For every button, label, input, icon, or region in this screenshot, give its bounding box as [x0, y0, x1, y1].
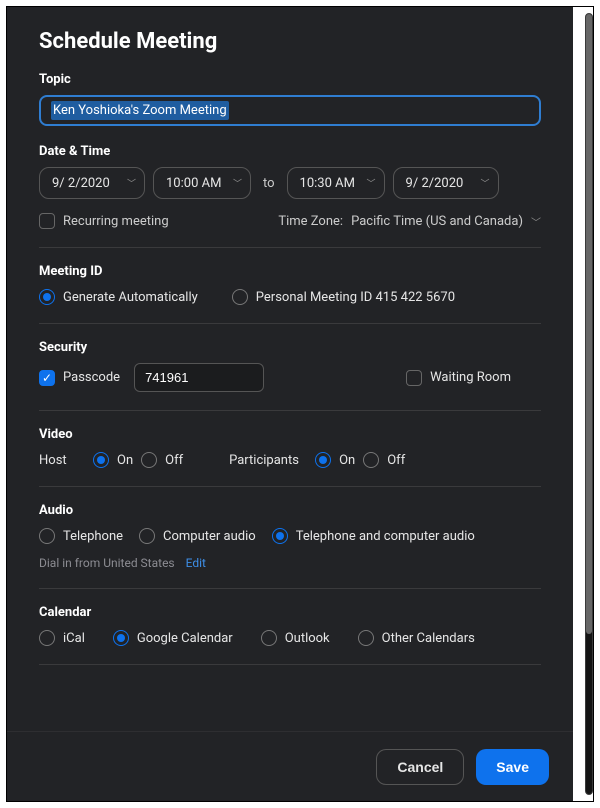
security-label: Security	[39, 340, 541, 355]
passcode-checkbox[interactable]: ✓ Passcode	[39, 370, 120, 386]
scrollbar-thumb[interactable]	[586, 14, 592, 634]
meeting-id-auto-radio[interactable]: Generate Automatically	[39, 289, 198, 305]
timezone-label: Time Zone:	[278, 214, 343, 229]
start-time-value: 10:00 AM	[166, 176, 221, 191]
waiting-room-checkbox[interactable]: Waiting Room	[406, 370, 511, 386]
cal-ical-label: iCal	[63, 631, 85, 646]
passcode-input[interactable]	[134, 363, 264, 392]
checkbox-icon	[39, 213, 55, 229]
waiting-room-label: Waiting Room	[430, 370, 511, 385]
audio-both-radio[interactable]: Telephone and computer audio	[272, 528, 475, 544]
end-time-value: 10:30 AM	[300, 176, 355, 191]
meeting-id-auto-label: Generate Automatically	[63, 290, 198, 305]
timezone-value: Pacific Time (US and Canada)	[351, 214, 523, 229]
recurring-checkbox[interactable]: Recurring meeting	[39, 213, 169, 229]
chevron-down-icon: ﹀	[367, 177, 376, 190]
radio-icon	[141, 452, 157, 468]
host-video-on-radio[interactable]: On	[93, 452, 133, 468]
radio-icon	[113, 630, 129, 646]
calendar-ical-radio[interactable]: iCal	[39, 630, 85, 646]
radio-icon	[261, 630, 277, 646]
on-label: On	[339, 453, 355, 468]
radio-icon	[232, 289, 248, 305]
to-label: to	[259, 176, 279, 191]
end-time-select[interactable]: 10:30 AM ﹀	[287, 167, 385, 199]
recurring-label: Recurring meeting	[63, 214, 169, 229]
checkbox-icon	[406, 370, 422, 386]
calendar-google-radio[interactable]: Google Calendar	[113, 630, 233, 646]
topic-input[interactable]: Ken Yoshioka's Zoom Meeting	[39, 95, 541, 126]
save-button[interactable]: Save	[476, 749, 549, 785]
start-time-select[interactable]: 10:00 AM ﹀	[153, 167, 251, 199]
end-date-select[interactable]: 9/ 2/2020 ﹀	[393, 167, 499, 199]
chevron-down-icon: ﹀	[233, 177, 242, 190]
page-title: Schedule Meeting	[39, 29, 541, 54]
participants-label: Participants	[229, 453, 315, 468]
footer: Cancel Save	[7, 731, 573, 801]
host-video-off-radio[interactable]: Off	[141, 452, 183, 468]
passcode-label: Passcode	[63, 370, 120, 385]
host-label: Host	[39, 453, 93, 468]
audio-telephone-radio[interactable]: Telephone	[39, 528, 123, 544]
video-label: Video	[39, 427, 541, 442]
audio-comp-label: Computer audio	[163, 529, 256, 544]
meeting-id-label: Meeting ID	[39, 264, 541, 279]
cal-outlook-label: Outlook	[285, 631, 330, 646]
radio-icon	[39, 528, 55, 544]
end-date-value: 9/ 2/2020	[406, 176, 464, 191]
cal-google-label: Google Calendar	[137, 631, 233, 646]
dial-in-text: Dial in from United States	[39, 556, 175, 570]
participants-video-off-radio[interactable]: Off	[363, 452, 405, 468]
radio-icon	[315, 452, 331, 468]
topic-label: Topic	[39, 72, 541, 87]
chevron-down-icon: ﹀	[531, 214, 541, 229]
on-label: On	[117, 453, 133, 468]
datetime-label: Date & Time	[39, 144, 541, 159]
meeting-id-personal-radio[interactable]: Personal Meeting ID 415 422 5670	[232, 289, 455, 305]
scrollbar[interactable]	[585, 13, 593, 795]
off-label: Off	[165, 453, 183, 468]
radio-icon	[39, 630, 55, 646]
start-date-value: 9/ 2/2020	[52, 176, 110, 191]
audio-computer-radio[interactable]: Computer audio	[139, 528, 256, 544]
off-label: Off	[387, 453, 405, 468]
calendar-outlook-radio[interactable]: Outlook	[261, 630, 330, 646]
chevron-down-icon: ﹀	[127, 177, 136, 190]
participants-video-on-radio[interactable]: On	[315, 452, 355, 468]
cal-other-label: Other Calendars	[382, 631, 475, 646]
radio-icon	[93, 452, 109, 468]
radio-icon	[139, 528, 155, 544]
schedule-meeting-panel: Schedule Meeting Topic Ken Yoshioka's Zo…	[7, 7, 573, 731]
calendar-label: Calendar	[39, 605, 541, 620]
topic-value: Ken Yoshioka's Zoom Meeting	[51, 101, 229, 120]
timezone-select[interactable]: Time Zone: Pacific Time (US and Canada) …	[278, 214, 541, 229]
radio-icon	[39, 289, 55, 305]
cancel-button[interactable]: Cancel	[376, 749, 464, 785]
start-date-select[interactable]: 9/ 2/2020 ﹀	[39, 167, 145, 199]
audio-both-label: Telephone and computer audio	[296, 529, 475, 544]
radio-icon	[358, 630, 374, 646]
checkbox-icon: ✓	[39, 370, 55, 386]
audio-tel-label: Telephone	[63, 529, 123, 544]
dial-in-edit-link[interactable]: Edit	[186, 556, 206, 570]
chevron-down-icon: ﹀	[481, 177, 490, 190]
radio-icon	[272, 528, 288, 544]
meeting-id-personal-label: Personal Meeting ID 415 422 5670	[256, 290, 455, 305]
radio-icon	[363, 452, 379, 468]
audio-label: Audio	[39, 503, 541, 518]
calendar-other-radio[interactable]: Other Calendars	[358, 630, 475, 646]
